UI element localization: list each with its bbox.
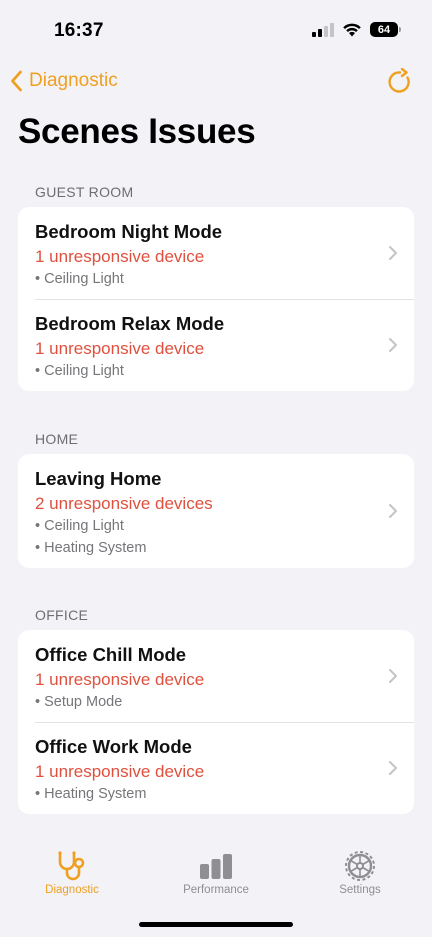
status-icons: 64 (312, 22, 401, 37)
gear-icon (345, 851, 375, 881)
chevron-left-icon (11, 70, 22, 92)
back-label: Diagnostic (29, 70, 118, 91)
tab-label: Diagnostic (45, 884, 99, 896)
tab-performance[interactable]: Performance (156, 840, 276, 896)
chevron-right-icon (389, 338, 397, 352)
status-time: 16:37 (54, 20, 104, 41)
section-header-office: OFFICE (35, 607, 89, 623)
scene-issue: 1 unresponsive device (35, 247, 205, 266)
chevron-right-icon (389, 504, 397, 518)
scene-group-home: Leaving Home 2 unresponsive devices • Ce… (18, 454, 414, 568)
navigation-bar: Diagnostic (0, 66, 432, 102)
scene-device: • Heating System (35, 540, 147, 556)
tab-bar: Diagnostic Performance Settings (0, 840, 432, 900)
scene-group-office: Office Chill Mode 1 unresponsive device … (18, 630, 414, 814)
scene-issue: 1 unresponsive device (35, 339, 205, 358)
battery-icon: 64 (370, 22, 401, 37)
chevron-right-icon (389, 761, 397, 775)
scene-title: Office Chill Mode (35, 644, 187, 665)
scene-title: Leaving Home (35, 468, 162, 489)
scene-row-bedroom-night-mode[interactable]: Bedroom Night Mode 1 unresponsive device… (18, 207, 414, 299)
scene-device: • Ceiling Light (35, 518, 124, 534)
tab-diagnostic[interactable]: Diagnostic (12, 840, 132, 896)
scene-issue: 2 unresponsive devices (35, 494, 213, 513)
stethoscope-icon (58, 851, 85, 881)
scene-issue: 1 unresponsive device (35, 670, 205, 689)
scene-device: • Ceiling Light (35, 363, 124, 379)
scene-title: Bedroom Night Mode (35, 221, 223, 242)
scene-issue: 1 unresponsive device (35, 762, 205, 781)
chevron-right-icon (389, 246, 397, 260)
page-title: Scenes Issues (18, 112, 256, 151)
bar-chart-icon (200, 854, 232, 879)
scene-title: Office Work Mode (35, 736, 192, 757)
tab-label: Settings (339, 884, 381, 896)
home-indicator[interactable] (139, 922, 293, 927)
wifi-icon (343, 23, 361, 37)
scene-row-bedroom-relax-mode[interactable]: Bedroom Relax Mode 1 unresponsive device… (18, 299, 414, 391)
refresh-icon[interactable] (386, 68, 414, 96)
back-button[interactable]: Diagnostic (10, 70, 118, 92)
scene-device: • Setup Mode (35, 694, 123, 710)
scene-device: • Heating System (35, 786, 147, 802)
scene-group-guest-room: Bedroom Night Mode 1 unresponsive device… (18, 207, 414, 391)
scene-row-office-chill-mode[interactable]: Office Chill Mode 1 unresponsive device … (18, 630, 414, 722)
section-header-guest-room: GUEST ROOM (35, 184, 134, 200)
scene-row-office-work-mode[interactable]: Office Work Mode 1 unresponsive device •… (18, 722, 414, 814)
tab-settings[interactable]: Settings (300, 840, 420, 896)
tab-label: Performance (183, 884, 249, 896)
scene-row-leaving-home[interactable]: Leaving Home 2 unresponsive devices • Ce… (18, 454, 414, 568)
battery-level: 64 (377, 23, 391, 36)
cellular-signal-icon (312, 22, 334, 37)
scene-device: • Ceiling Light (35, 271, 124, 287)
chevron-right-icon (389, 669, 397, 683)
status-bar: 16:37 64 (0, 0, 432, 60)
section-header-home: HOME (35, 431, 79, 447)
scene-title: Bedroom Relax Mode (35, 313, 225, 334)
